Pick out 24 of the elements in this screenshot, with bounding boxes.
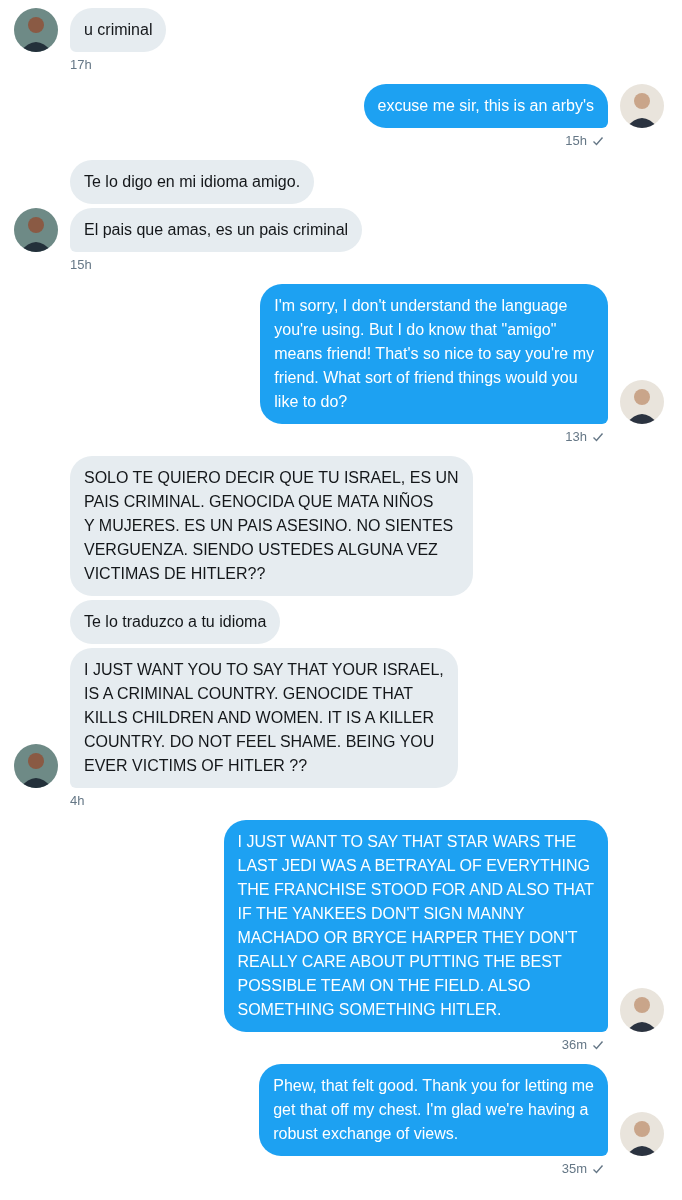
message-time: 13h bbox=[565, 428, 587, 446]
message-bubble: I'm sorry, I don't understand the language you're using. But I do know that "amigo" means friend! That's so nice to say you're my friend. What sort of friend things would you like to do? bbox=[260, 284, 608, 424]
avatar bbox=[14, 8, 58, 52]
avatar bbox=[620, 1112, 664, 1156]
message-bubble: u criminal bbox=[70, 8, 167, 52]
message-time: 36m bbox=[561, 1036, 587, 1054]
message-bubble: SOLO TE QUIERO DECIR QUE TU ISRAEL, ES UN PAIS CRIMINAL. GENOCIDA QUE MATA NIÑOS Y MUJERES. ES UN PAIS ASESINO. NO SIENTES VERGUENZA. SIENDO USTEDES ALGUNA VEZ VICTIMAS DE HITLER?? bbox=[70, 456, 473, 596]
avatar bbox=[14, 208, 58, 252]
message-time: 35m bbox=[561, 1160, 587, 1178]
message-time: 4h bbox=[70, 792, 85, 810]
message-bubble: I JUST WANT YOU TO SAY THAT YOUR ISRAEL, IS A CRIMINAL COUNTRY. GENOCIDE THAT KILLS CHILDREN AND WOMEN. IT IS A KILLER COUNTRY. DO NOT FEEL SHAME. BEING YOU EVER VICTIMS OF HITLER ?? bbox=[70, 648, 458, 788]
message-time: 15h bbox=[565, 132, 587, 150]
avatar bbox=[620, 988, 664, 1032]
message-bubble: Phew, that felt good. Thank you for letting me get that off my chest. I'm glad we're having a robust exchange of views. bbox=[259, 1064, 608, 1156]
avatar bbox=[14, 744, 58, 788]
avatar bbox=[620, 84, 664, 128]
message-bubble: Te lo digo en mi idioma amigo. bbox=[70, 160, 315, 204]
avatar bbox=[620, 380, 664, 424]
message-time: 15h bbox=[70, 256, 92, 274]
message-bubble: Te lo traduzco a tu idioma bbox=[70, 600, 281, 644]
message-time: 17h bbox=[70, 56, 92, 74]
message-bubble: I JUST WANT TO SAY THAT STAR WARS THE LAST JEDI WAS A BETRAYAL OF EVERYTHING THE FRANCHISE STOOD FOR AND ALSO THAT IF THE YANKEES DON'T SIGN MANNY MACHADO OR BRYCE HARPER THEY DON'T REALLY CARE ABOUT PUTTING THE BEST POSSIBLE TEAM ON THE FIELD. ALSO SOMETHING SOMETHING HITLER. bbox=[223, 820, 608, 1032]
message-bubble: excuse me sir, this is an arby's bbox=[363, 84, 608, 128]
message-bubble: El pais que amas, es un pais criminal bbox=[70, 208, 363, 252]
